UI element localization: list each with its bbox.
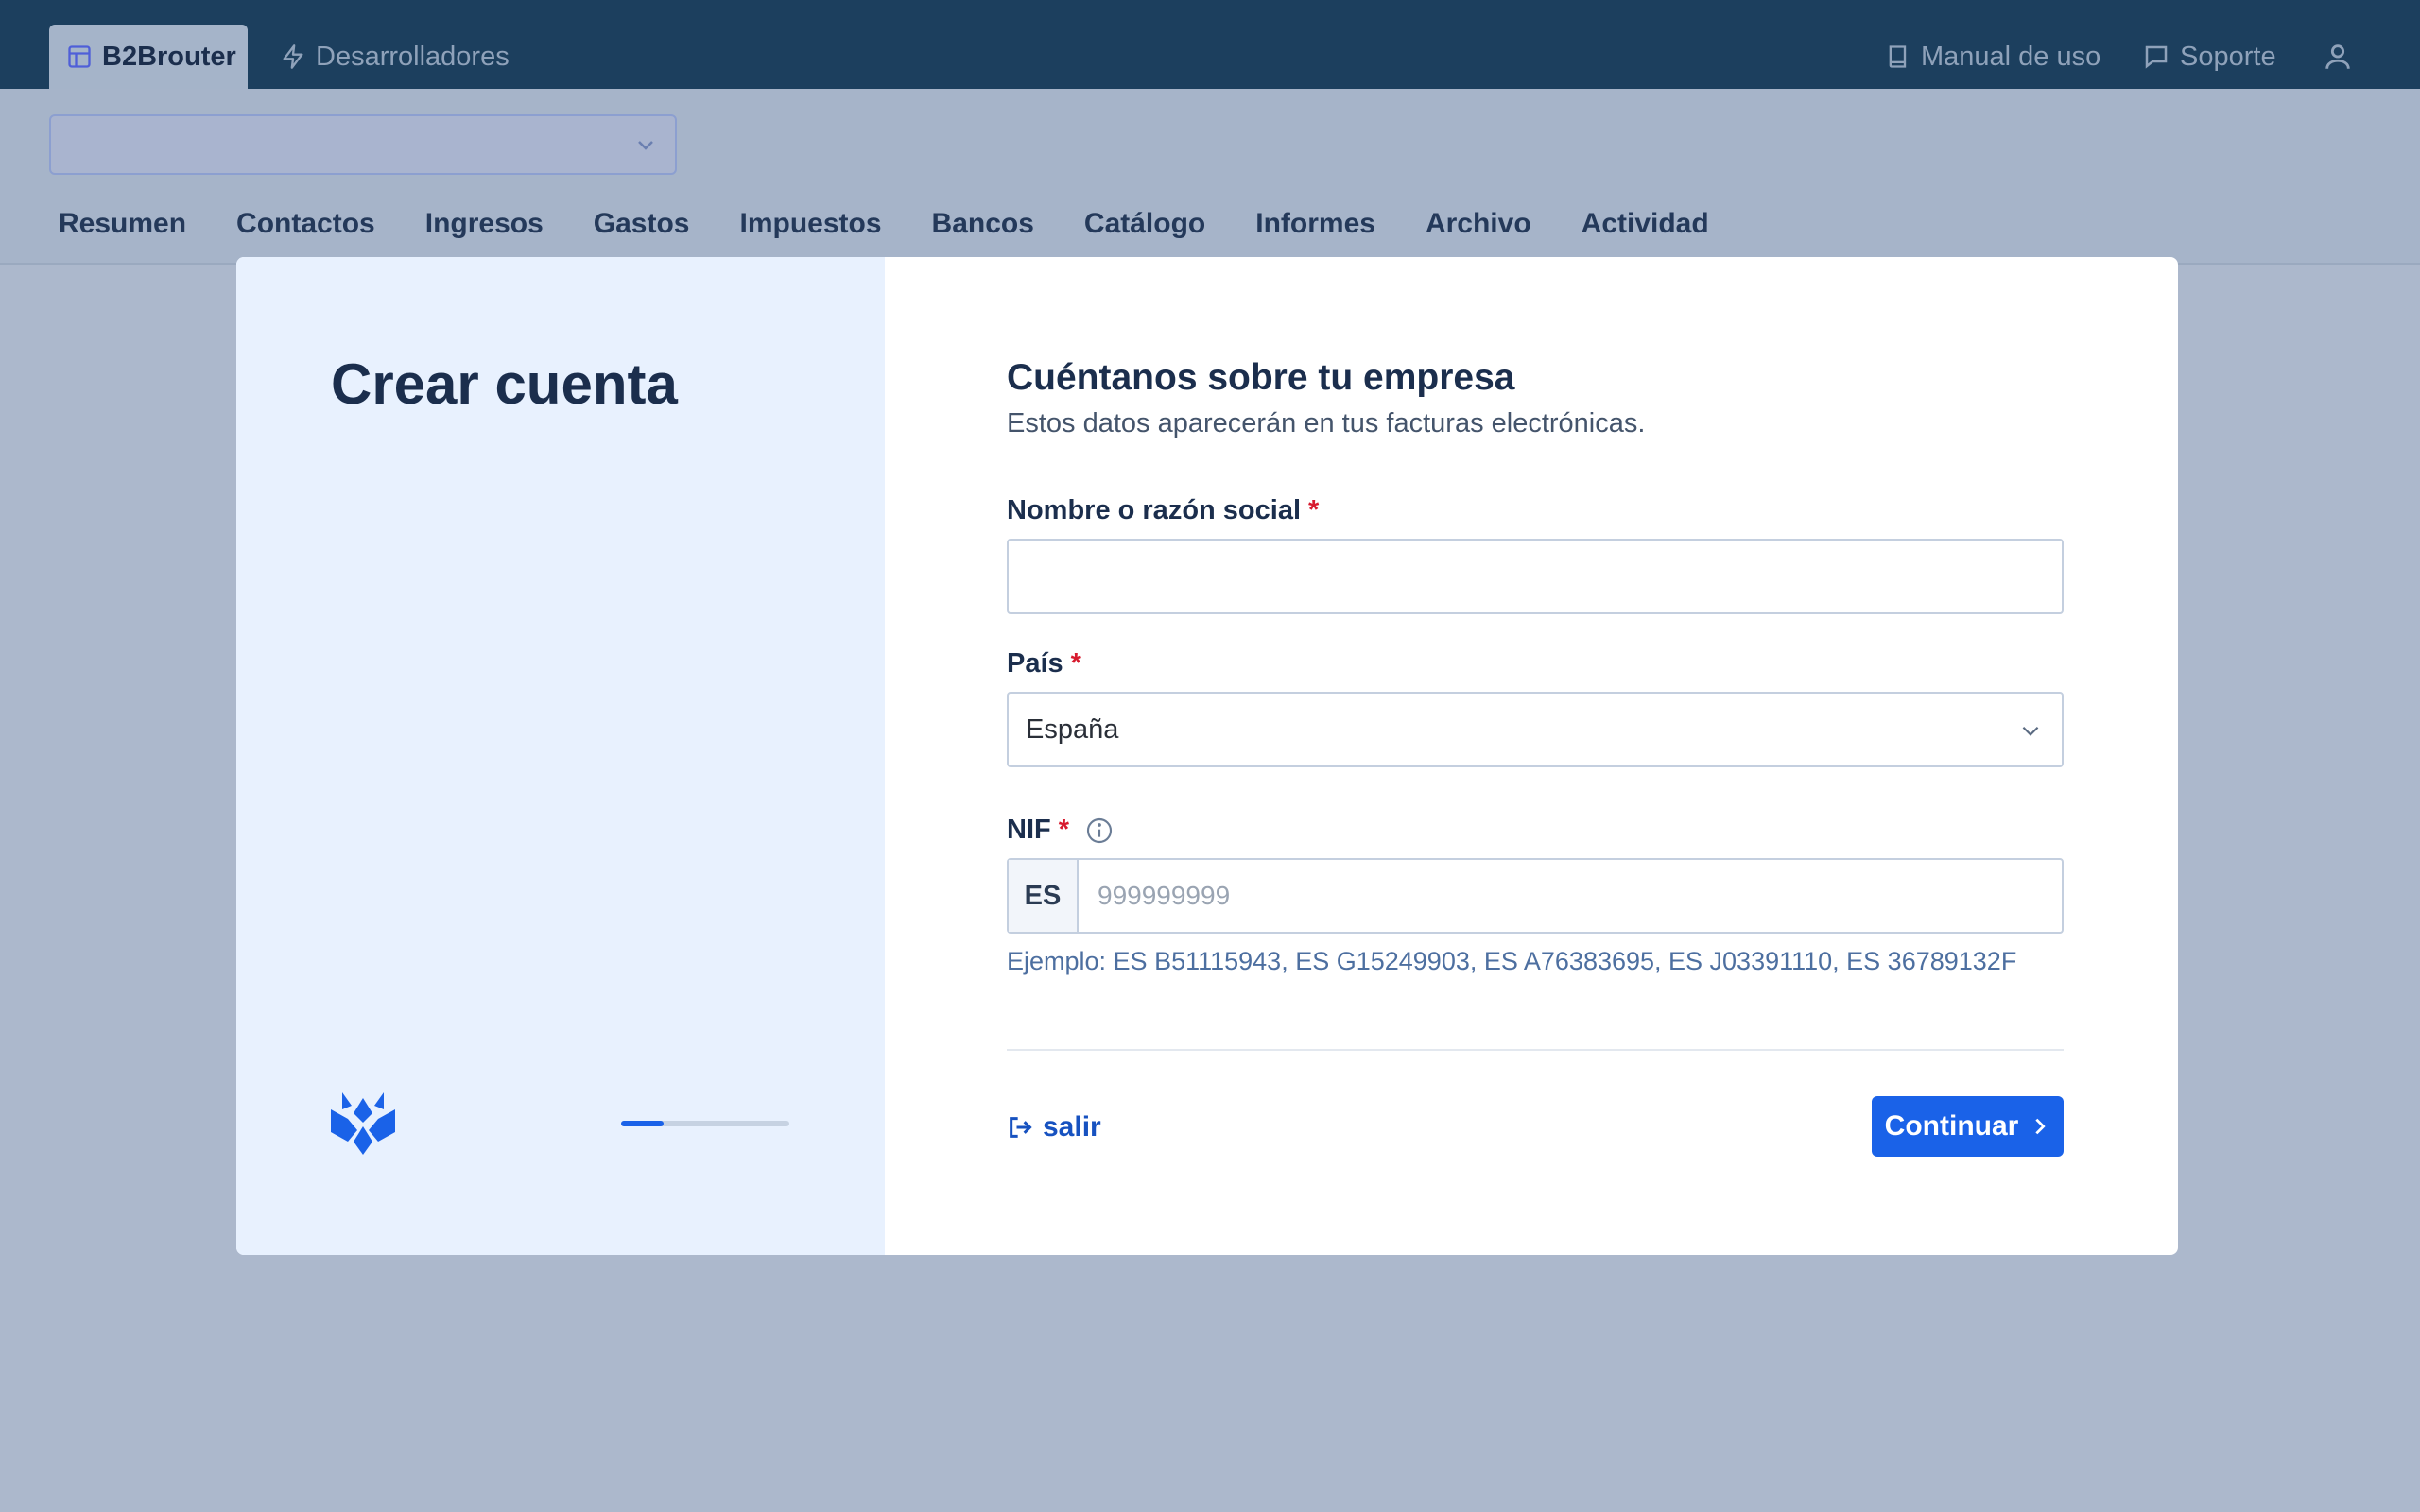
country-label-text: País (1007, 648, 1063, 679)
nav-item-resumen[interactable]: Resumen (59, 208, 186, 240)
support-link[interactable]: Soporte (2142, 25, 2276, 89)
nav-item-bancos[interactable]: Bancos (932, 208, 1034, 240)
subheader: Resumen Contactos Ingresos Gastos Impues… (0, 89, 2420, 265)
company-form: Cuéntanos sobre tu empresa Estos datos a… (885, 257, 2178, 1255)
nav-item-actividad[interactable]: Actividad (1582, 208, 1709, 240)
required-mark: * (1070, 648, 1081, 679)
continue-button[interactable]: Continuar (1872, 1096, 2064, 1157)
nif-field-label: NIF * (1007, 815, 1115, 846)
nav-item-archivo[interactable]: Archivo (1426, 208, 1531, 240)
required-mark: * (1058, 815, 1070, 845)
top-bar: B2Brouter Desarrolladores Manual de uso … (0, 0, 2420, 89)
modal-title: Crear cuenta (331, 352, 678, 416)
form-divider (1007, 1049, 2064, 1051)
exit-link[interactable]: salir (1007, 1111, 1101, 1143)
support-label: Soporte (2180, 41, 2276, 72)
nav-item-gastos[interactable]: Gastos (594, 208, 690, 240)
nav-item-impuestos[interactable]: Impuestos (740, 208, 882, 240)
nif-hint: Ejemplo: ES B51115943, ES G15249903, ES … (1007, 947, 2017, 975)
chevron-right-icon (2035, 1118, 2046, 1135)
form-heading: Cuéntanos sobre tu empresa (1007, 357, 1515, 398)
form-subheading: Estos datos aparecerán en tus facturas e… (1007, 408, 1646, 438)
country-select-value: España (1026, 713, 1119, 745)
continue-label: Continuar (1884, 1110, 2019, 1142)
nif-input[interactable] (1079, 860, 2062, 932)
modal-side-panel: Crear cuenta (236, 257, 885, 1255)
nif-label-text: NIF (1007, 815, 1051, 845)
nav-item-contactos[interactable]: Contactos (236, 208, 375, 240)
tab-developers[interactable]: Desarrolladores (280, 25, 510, 89)
bolt-icon (283, 44, 303, 69)
nav-item-catalogo[interactable]: Catálogo (1084, 208, 1205, 240)
nav-item-ingresos[interactable]: Ingresos (425, 208, 544, 240)
name-field-label: Nombre o razón social * (1007, 495, 1319, 526)
country-select[interactable]: España (1007, 692, 2064, 767)
manual-label: Manual de uso (1921, 41, 2101, 72)
manual-link[interactable]: Manual de uso (1885, 25, 2100, 89)
nif-prefix: ES (1009, 860, 1079, 932)
country-field-label: País * (1007, 648, 1081, 679)
main-nav: Resumen Contactos Ingresos Gastos Impues… (59, 208, 1759, 240)
chat-icon (2145, 45, 2168, 69)
b2brouter-logo-icon (331, 1092, 395, 1155)
create-account-modal: Crear cuenta Cuéntanos sobre tu empresa … (236, 257, 2178, 1255)
tab-b2brouter-label: B2Brouter (102, 41, 236, 72)
exit-label: salir (1043, 1111, 1101, 1143)
info-icon[interactable] (1084, 816, 1115, 846)
nav-item-informes[interactable]: Informes (1255, 208, 1375, 240)
user-icon (2325, 44, 2350, 69)
progress-fill (621, 1121, 664, 1126)
chevron-down-icon (638, 141, 653, 150)
tab-b2brouter[interactable]: B2Brouter (49, 25, 248, 89)
exit-icon (1010, 1117, 1032, 1138)
required-mark: * (1308, 495, 1320, 525)
company-selector[interactable] (49, 114, 677, 175)
name-label-text: Nombre o razón social (1007, 495, 1302, 525)
user-menu[interactable] (2322, 25, 2363, 89)
tab-developers-label: Desarrolladores (316, 41, 510, 72)
layout-icon (68, 45, 91, 68)
progress-bar (621, 1121, 789, 1126)
book-icon (1889, 45, 1907, 68)
nif-field: ES (1007, 858, 2064, 934)
chevron-down-icon (2022, 726, 2039, 736)
company-name-input[interactable] (1007, 539, 2064, 614)
